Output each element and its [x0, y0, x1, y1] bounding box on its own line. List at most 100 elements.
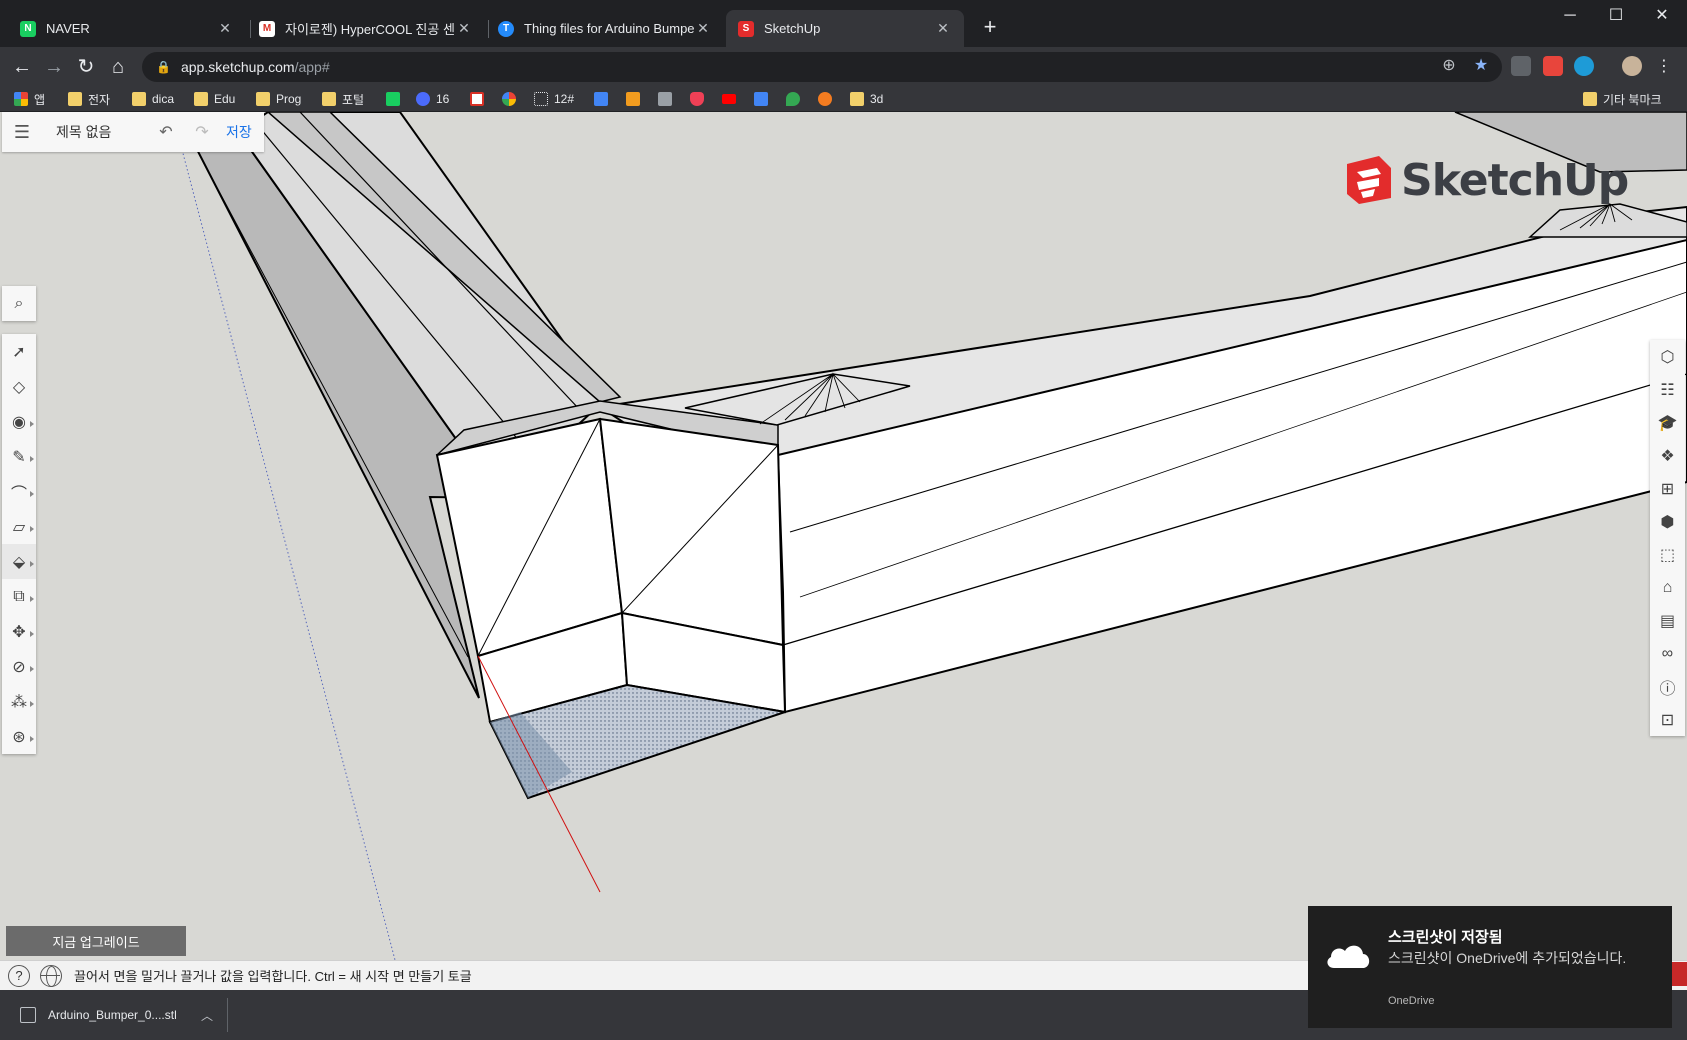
minimize-button[interactable]: ─: [1547, 0, 1593, 32]
sketchup-logo-icon: [1347, 156, 1391, 204]
sketchup-tray-edge: [1672, 962, 1687, 986]
orbit-icon[interactable]: ⊛: [2, 719, 36, 754]
tab-title: SketchUp: [764, 21, 821, 36]
animation-icon[interactable]: ▤: [1650, 604, 1685, 637]
tab-naver[interactable]: N NAVER ✕: [8, 10, 246, 47]
bookmark-pocket[interactable]: [690, 90, 710, 108]
rectangle-icon[interactable]: ▱: [2, 509, 36, 544]
bookmark-print[interactable]: [658, 90, 678, 108]
bookmark-youtube[interactable]: [722, 90, 742, 108]
sketchup-logo: SketchUp: [1343, 154, 1629, 206]
other-bookmarks[interactable]: 기타 북마크: [1583, 90, 1662, 108]
onedrive-notification[interactable]: 스크린샷이 저장됨 스크린샷이 OneDrive에 추가되었습니다. OneDr…: [1308, 906, 1672, 1028]
bookmark-photos[interactable]: [502, 90, 522, 108]
views-icon[interactable]: ⬚: [1650, 538, 1685, 571]
bookmark-folder[interactable]: Prog: [256, 90, 301, 108]
address-bar[interactable]: 🔒 app.sketchup.com/app#: [142, 52, 1502, 82]
display-glasses-icon[interactable]: ∞: [1650, 637, 1685, 670]
bookmark-folder[interactable]: dica: [132, 90, 174, 108]
sketchup-viewport[interactable]: ☰ 제목 없음 ↶ ↷ 저장 SketchUp ⌕ ➚ ◇ ◉ ✎ ⌒ ▱ ⬙ …: [0, 112, 1687, 960]
undo-icon[interactable]: ↶: [148, 122, 184, 142]
instructor-icon[interactable]: 🎓: [1650, 406, 1685, 439]
push-pull-icon[interactable]: ⬙: [2, 544, 36, 579]
select-arrow-icon[interactable]: ➚: [2, 334, 36, 369]
chevron-up-icon[interactable]: ︿: [201, 1007, 213, 1024]
naver-icon: [386, 92, 400, 106]
3d-model-canvas[interactable]: [0, 112, 1687, 960]
upgrade-button[interactable]: 지금 업그레이드: [6, 926, 186, 956]
bookmark-label: 포털: [342, 92, 365, 107]
close-window-button[interactable]: ✕: [1639, 0, 1685, 32]
eraser-icon[interactable]: ◇: [2, 369, 36, 404]
bookmark-label: 12#: [554, 92, 575, 106]
translate-icon: [754, 92, 768, 106]
outliner-icon[interactable]: ☷: [1650, 373, 1685, 406]
bookmark-r[interactable]: [626, 90, 646, 108]
corner-right-face: [598, 417, 785, 647]
bookmark-folder[interactable]: 3d: [850, 90, 883, 108]
tab-sketchup[interactable]: S SketchUp ✕: [726, 10, 964, 47]
bookmark-apps[interactable]: 앱: [14, 90, 45, 108]
zoom-icon[interactable]: ⊕: [1438, 55, 1460, 77]
arc-icon[interactable]: ⌒: [2, 474, 36, 509]
styles-icon[interactable]: ⬡: [1650, 340, 1685, 373]
hamburger-menu-icon[interactable]: ☰: [2, 122, 42, 143]
url-path: /app#: [294, 59, 330, 75]
tool-palette: ➚ ◇ ◉ ✎ ⌒ ▱ ⬙ ⧉ ✥ ⊘ ⁂ ⊛: [2, 334, 36, 754]
close-icon[interactable]: ✕: [934, 20, 952, 37]
bookmark-calendar[interactable]: [594, 90, 614, 108]
bookmark-naver[interactable]: [386, 90, 406, 108]
extension-icon[interactable]: [1511, 56, 1531, 76]
forward-button[interactable]: →: [40, 53, 68, 81]
model-info-icon[interactable]: ⓘ: [1650, 670, 1685, 703]
home-button[interactable]: ⌂: [104, 53, 132, 81]
tab-thingiverse[interactable]: T Thing files for Arduino Bumper ✕: [486, 10, 724, 47]
redo-icon[interactable]: ↷: [184, 122, 220, 142]
bookmark-label: 3d: [870, 92, 884, 106]
photos-icon: [502, 92, 516, 106]
close-icon[interactable]: ✕: [216, 20, 234, 37]
save-button[interactable]: 저장: [226, 122, 252, 142]
reload-button[interactable]: ↻: [72, 53, 100, 81]
bookmark-folder[interactable]: Edu: [194, 90, 235, 108]
tape-measure-icon[interactable]: ⊘: [2, 649, 36, 684]
tab-gmail[interactable]: M 자이로젠) HyperCOOL 진공 센서 ✕: [247, 10, 485, 47]
scenes-icon[interactable]: ❖: [1650, 439, 1685, 472]
document-title[interactable]: 제목 없음: [56, 122, 148, 142]
bookmark-folder[interactable]: 전자: [68, 90, 110, 108]
extension-icon[interactable]: [1574, 56, 1594, 76]
bookmark-maps[interactable]: [786, 90, 806, 108]
close-icon[interactable]: ✕: [694, 20, 712, 37]
3d-warehouse-icon[interactable]: ⊡: [1650, 703, 1685, 736]
search-icon[interactable]: ⌕: [2, 286, 36, 321]
new-tab-button[interactable]: +: [976, 14, 1004, 42]
offset-icon[interactable]: ⧉: [2, 579, 36, 614]
paint-bucket-icon[interactable]: ◉: [2, 404, 36, 439]
bookmark-site[interactable]: 16: [416, 90, 449, 108]
entity-info-icon[interactable]: ⬢: [1650, 505, 1685, 538]
folder-icon: [850, 92, 864, 106]
bookmark-site[interactable]: 12#: [534, 90, 574, 108]
pencil-icon[interactable]: ✎: [2, 439, 36, 474]
bookmark-orange[interactable]: [818, 90, 838, 108]
bookmark-gmail[interactable]: [470, 90, 490, 108]
tags-icon[interactable]: ⌂: [1650, 571, 1685, 604]
toast-body: 스크린샷이 OneDrive에 추가되었습니다.: [1388, 950, 1627, 966]
walk-footprints-icon[interactable]: ⁂: [2, 684, 36, 719]
bookmark-translate[interactable]: [754, 90, 774, 108]
maximize-button[interactable]: ☐: [1593, 0, 1639, 32]
back-button[interactable]: ←: [8, 53, 36, 81]
close-icon[interactable]: ✕: [455, 20, 473, 37]
profile-avatar[interactable]: [1622, 56, 1642, 76]
bookmark-star-icon[interactable]: ★: [1470, 55, 1492, 77]
move-icon[interactable]: ✥: [2, 614, 36, 649]
status-message: 끌어서 면을 밀거나 끌거나 값을 입력합니다. Ctrl = 새 시작 면 만…: [74, 969, 472, 984]
globe-icon[interactable]: [40, 964, 62, 987]
components-icon[interactable]: ⊞: [1650, 472, 1685, 505]
menu-kebab-icon[interactable]: ⋮: [1650, 53, 1678, 81]
toast-source: OneDrive: [1388, 995, 1435, 1007]
help-icon[interactable]: ?: [8, 964, 30, 987]
office-extension-icon[interactable]: [1543, 56, 1563, 76]
download-item[interactable]: Arduino_Bumper_0....stl ︿: [10, 998, 228, 1032]
bookmark-folder[interactable]: 포털: [322, 90, 364, 108]
